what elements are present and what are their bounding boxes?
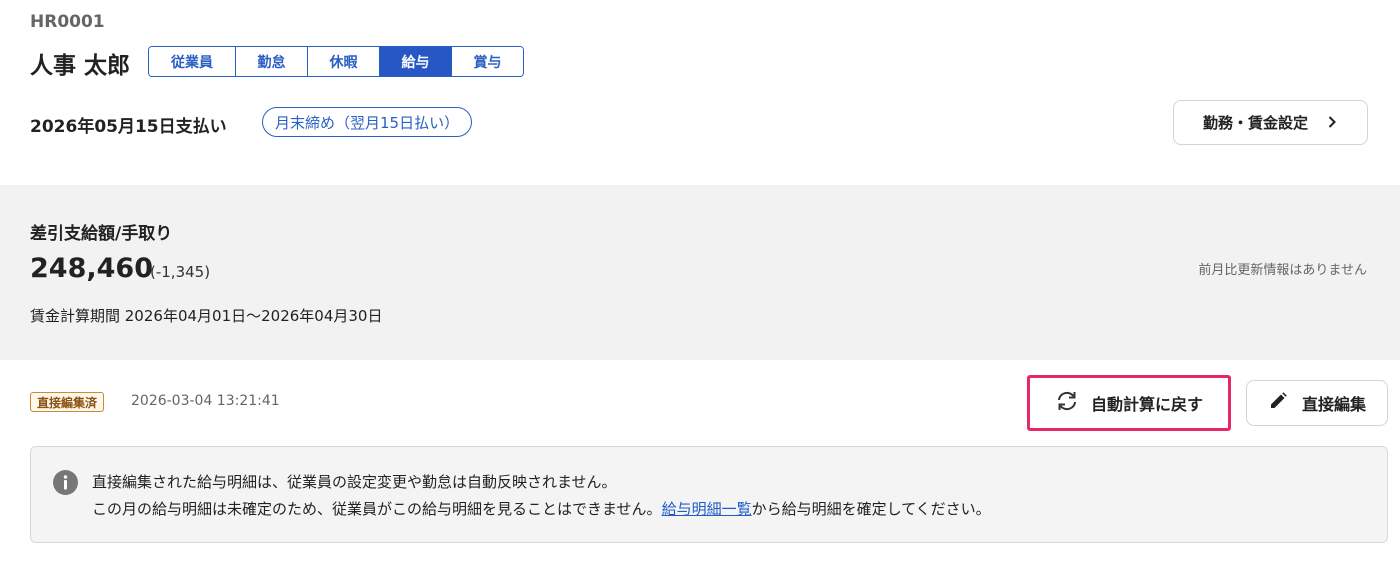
settings-button-label: 勤務・賃金設定 [1202,114,1308,132]
direct-edit-button-label: 直接編集 [1301,395,1366,414]
pencil-icon [1268,391,1288,415]
cutoff-badge: 月末締め（翌月15日払い） [262,107,473,137]
tab-leave[interactable]: 休暇 [308,47,380,76]
notice-line-2-suffix: から給与明細を確定してください。 [751,500,991,518]
notice-line-1: 直接編集された給与明細は、従業員の設定変更や勤怠は自動反映されません。 [92,473,617,491]
notice-line-2: この月の給与明細は未確定のため、従業員がこの給与明細を見ることはできません。給与… [92,498,991,519]
revert-to-auto-calc-button[interactable]: 自動計算に戻す [1034,382,1224,424]
calculation-period: 賃金計算期間 2026年04月01日～2026年04月30日 [30,307,383,325]
chevron-right-icon [1326,114,1338,132]
tab-employee[interactable]: 従業員 [149,47,236,76]
payment-date: 2026年05月15日支払い [30,117,227,137]
tab-attendance[interactable]: 勤怠 [236,47,308,76]
tab-salary[interactable]: 給与 [380,47,452,76]
edited-timestamp: 2026-03-04 13:21:41 [131,393,280,409]
tab-bonus[interactable]: 賞与 [452,47,523,76]
payslip-list-link[interactable]: 給与明細一覧 [662,500,752,518]
refresh-icon [1055,390,1079,416]
revert-button-label: 自動計算に戻す [1090,395,1203,414]
employee-code: HR0001 [30,12,105,32]
net-pay-label: 差引支給額/手取り [30,224,173,244]
info-icon [53,470,78,495]
info-notice: 直接編集された給与明細は、従業員の設定変更や勤怠は自動反映されません。 この月の… [30,446,1388,543]
edited-status-badge: 直接編集済 [30,392,105,412]
notice-line-2-text: この月の給与明細は未確定のため、従業員がこの給与明細を見ることはできません。 [92,500,662,518]
work-wage-settings-button[interactable]: 勤務・賃金設定 [1173,100,1368,145]
employee-name: 人事 太郎 [30,53,131,79]
employee-tabs: 従業員 勤怠 休暇 給与 賞与 [148,46,524,77]
net-pay-amount: 248,460 [30,253,153,284]
net-pay-diff: (-1,345) [150,263,211,281]
net-pay-summary: 差引支給額/手取り 248,460 (-1,345) 前月比更新情報はありません… [0,185,1400,360]
direct-edit-button[interactable]: 直接編集 [1246,380,1388,426]
no-update-text: 前月比更新情報はありません [1198,263,1367,278]
